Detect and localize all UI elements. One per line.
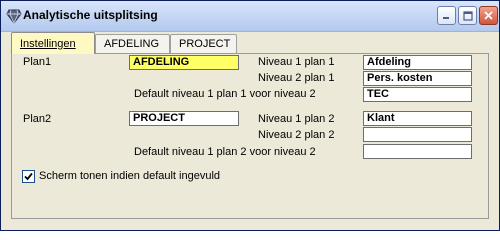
tab-instellingen[interactable]: Instellingen [11, 32, 95, 54]
plan1-default-label: Default niveau 1 plan 1 voor niveau 2 [134, 88, 316, 100]
title-bar[interactable]: Analytische uitsplitsing [1, 1, 499, 32]
plan1-niveau2-label: Niveau 2 plan 1 [258, 72, 335, 84]
plan1-niveau2-field[interactable]: Pers. kosten [363, 71, 472, 86]
close-icon [484, 11, 493, 20]
tab-project[interactable]: PROJECT [170, 34, 237, 53]
plan2-niveau1-label: Niveau 1 plan 2 [258, 113, 335, 125]
plan1-label: Plan1 [23, 56, 52, 68]
plan2-niveau2-field[interactable] [363, 127, 472, 142]
plan2-default-field[interactable] [363, 144, 472, 159]
checkmark-icon [24, 172, 33, 181]
plan2-niveau1-field[interactable]: Klant [363, 111, 472, 126]
scherm-tonen-checkbox[interactable] [22, 170, 35, 183]
window: Analytische uitsplitsing Instellingen AF… [0, 0, 500, 231]
app-icon [6, 9, 22, 24]
plan2-default-label: Default niveau 1 plan 2 voor niveau 2 [134, 146, 316, 158]
tab-project-label: PROJECT [179, 38, 231, 50]
maximize-button[interactable] [458, 6, 477, 25]
plan1-niveau1-field[interactable]: Afdeling [363, 55, 472, 70]
scherm-tonen-label[interactable]: Scherm tonen indien default ingevuld [39, 170, 220, 182]
plan1-field[interactable]: AFDELING [129, 55, 239, 70]
plan2-label: Plan2 [23, 113, 52, 125]
tab-afdeling[interactable]: AFDELING [95, 34, 170, 53]
plan2-field[interactable]: PROJECT [129, 111, 239, 126]
maximize-icon [462, 10, 473, 21]
window-title: Analytische uitsplitsing [23, 8, 158, 22]
plan1-default-field[interactable]: TEC [363, 87, 472, 102]
tab-instellingen-label: Instellingen [20, 37, 76, 50]
plan1-niveau1-label: Niveau 1 plan 1 [258, 56, 335, 68]
minimize-button[interactable] [437, 6, 456, 25]
close-button[interactable] [479, 6, 498, 25]
plan2-niveau2-label: Niveau 2 plan 2 [258, 129, 335, 141]
tab-afdeling-label: AFDELING [104, 38, 160, 50]
minimize-icon [443, 17, 449, 19]
